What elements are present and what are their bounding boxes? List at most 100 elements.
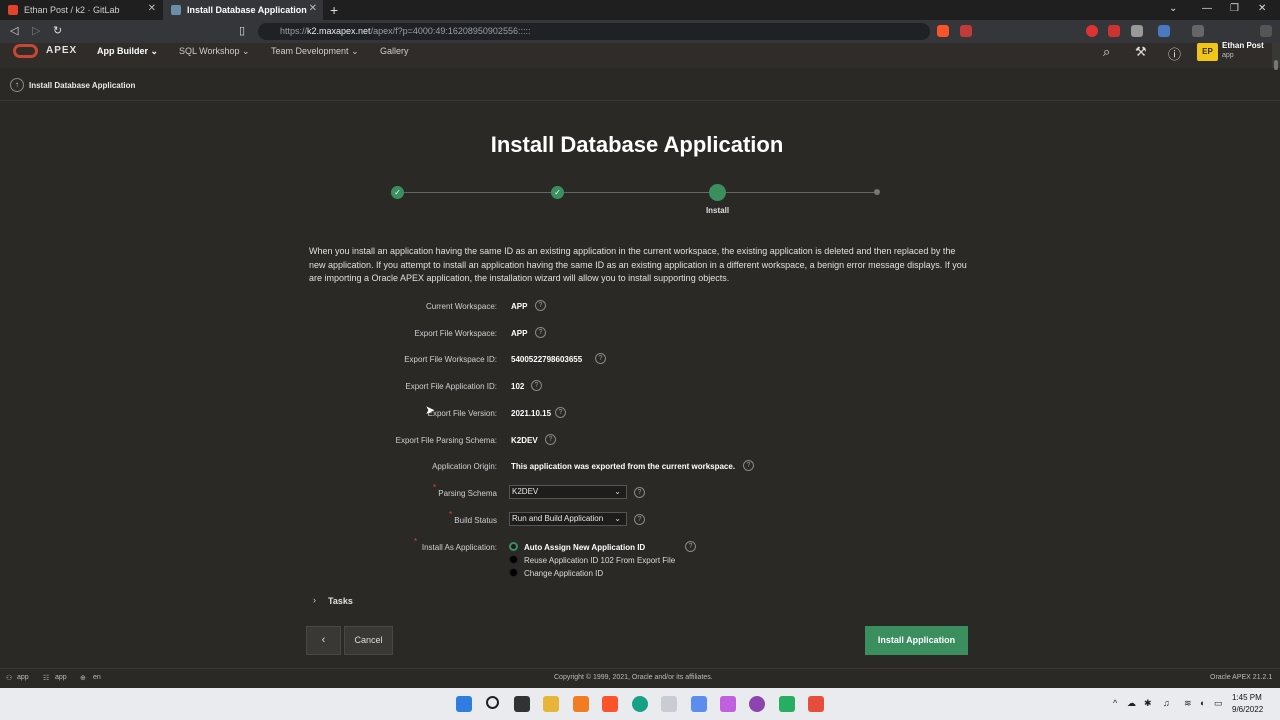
menu-team-development[interactable]: Team Development ⌄ xyxy=(271,46,359,57)
app-colors-icon[interactable] xyxy=(720,696,736,712)
tray-chevron-icon[interactable]: ^ xyxy=(1113,698,1117,708)
required-marker: * xyxy=(449,510,453,519)
battery-icon[interactable]: ▭ xyxy=(1214,698,1223,709)
forward-nav-icon[interactable]: ▷ xyxy=(32,24,40,37)
user-icon: ⚇ xyxy=(6,675,13,682)
task-view-icon[interactable] xyxy=(514,696,530,712)
wizard-step-completed: ✓ xyxy=(391,186,404,199)
help-icon[interactable]: ? xyxy=(634,487,645,498)
chevron-left-icon: ‹ xyxy=(321,634,326,646)
cancel-button[interactable]: Cancel xyxy=(344,626,393,655)
field-label: Export File Version: xyxy=(427,409,497,418)
app-cyan-icon[interactable] xyxy=(632,696,648,712)
help-icon[interactable]: ? xyxy=(595,353,606,364)
radio-change-id[interactable] xyxy=(509,568,518,577)
help-icon[interactable]: ? xyxy=(685,541,696,552)
field-label: Export File Parsing Schema: xyxy=(395,436,497,445)
gitlab-icon xyxy=(8,5,18,15)
field-label: Current Workspace: xyxy=(426,302,497,311)
menu-sql-workshop[interactable]: SQL Workshop ⌄ xyxy=(179,46,250,57)
footer-language[interactable]: en xyxy=(93,674,101,681)
browser-tab-install[interactable]: Install Database Application ✕ xyxy=(163,0,323,20)
brave-browser-icon[interactable] xyxy=(602,696,618,712)
extension-docs-icon[interactable] xyxy=(1158,25,1170,37)
tray-app-icon[interactable]: ✱ xyxy=(1144,698,1152,709)
arrow-up-icon[interactable]: ↑ xyxy=(10,78,24,92)
clock-time[interactable]: 1:45 PM xyxy=(1232,693,1262,702)
footer-workspace[interactable]: app xyxy=(55,674,67,681)
parsing-schema-select[interactable]: K2DEV ⌄ xyxy=(509,485,627,499)
radio-label[interactable]: Auto Assign New Application ID xyxy=(524,543,645,552)
previous-button[interactable]: ‹ xyxy=(306,626,341,655)
extension-grammarly-icon[interactable] xyxy=(1131,25,1143,37)
wifi-icon[interactable]: ≋ xyxy=(1184,698,1192,709)
help-icon[interactable]: ? xyxy=(545,434,556,445)
brave-shield-icon[interactable] xyxy=(937,25,949,37)
volume-icon[interactable]: ◖ xyxy=(1199,698,1204,708)
help-icon[interactable]: ? xyxy=(535,327,546,338)
help-icon[interactable]: ? xyxy=(535,300,546,311)
radio-reuse-id[interactable] xyxy=(509,555,518,564)
microphone-icon[interactable]: ♫ xyxy=(1163,698,1170,708)
chevron-down-icon: ⌄ xyxy=(614,487,621,496)
avatar[interactable]: EP xyxy=(1197,43,1218,61)
brave-rewards-icon[interactable] xyxy=(960,25,972,37)
clock-date[interactable]: 9/6/2022 xyxy=(1232,705,1263,714)
app-green-icon[interactable] xyxy=(779,696,795,712)
file-explorer-icon[interactable] xyxy=(543,696,559,712)
field-label: Application Origin: xyxy=(432,462,497,471)
sublime-icon[interactable] xyxy=(573,696,589,712)
search-icon[interactable] xyxy=(486,696,499,709)
oracle-logo-icon[interactable] xyxy=(13,44,38,58)
search-icon[interactable]: ⌕ xyxy=(1103,44,1110,60)
extensions-icon[interactable] xyxy=(1192,25,1204,37)
radio-auto-assign[interactable] xyxy=(509,542,518,551)
back-nav-icon[interactable]: ◁ xyxy=(10,24,18,37)
help-icon[interactable]: ? xyxy=(531,380,542,391)
help-icon[interactable]: ⓘ xyxy=(1168,44,1181,63)
bookmark-icon[interactable]: ▯ xyxy=(239,24,245,37)
apex-favicon-icon xyxy=(171,5,181,15)
app-orange-icon[interactable] xyxy=(808,696,824,712)
help-icon[interactable]: ? xyxy=(634,514,645,525)
extension-red-icon[interactable] xyxy=(1086,25,1098,37)
close-icon[interactable]: ✕ xyxy=(309,3,317,14)
radio-label[interactable]: Reuse Application ID 102 From Export Fil… xyxy=(524,556,675,565)
wizard-step-completed: ✓ xyxy=(551,186,564,199)
chevron-down-icon: ⌄ xyxy=(150,46,159,56)
new-tab-icon[interactable]: + xyxy=(330,2,338,18)
application-origin-value: This application was exported from the c… xyxy=(511,462,736,471)
apex-logo-text[interactable]: APEX xyxy=(46,45,77,56)
chevron-right-icon[interactable]: › xyxy=(313,595,316,605)
window-close-icon[interactable]: ✕ xyxy=(1258,3,1266,14)
windows-start-icon[interactable] xyxy=(456,696,472,712)
menu-gallery[interactable]: Gallery xyxy=(380,46,409,56)
close-icon[interactable]: ✕ xyxy=(148,3,156,14)
menu-icon[interactable] xyxy=(1260,25,1272,37)
help-icon[interactable]: ? xyxy=(555,407,566,418)
menu-label: App Builder xyxy=(97,46,148,56)
app-doc-icon[interactable] xyxy=(691,696,707,712)
scrollbar-thumb[interactable] xyxy=(1274,60,1278,70)
radio-label[interactable]: Change Application ID xyxy=(524,569,603,578)
install-application-button[interactable]: Install Application xyxy=(865,626,968,655)
extension-mail-icon[interactable] xyxy=(1108,25,1120,37)
footer-user[interactable]: app xyxy=(17,674,29,681)
browser-tab-gitlab[interactable]: Ethan Post / k2 · GitLab ✕ xyxy=(0,0,162,20)
user-name[interactable]: Ethan Post xyxy=(1222,41,1264,50)
administration-icon[interactable]: ⚒ xyxy=(1135,44,1147,60)
minimize-icon[interactable]: — xyxy=(1202,3,1212,14)
menu-app-builder[interactable]: App Builder ⌄ xyxy=(97,46,158,57)
page-title: Install Database Application xyxy=(490,132,784,157)
help-icon[interactable]: ? xyxy=(743,460,754,471)
cloud-icon[interactable]: ☁ xyxy=(1127,698,1136,709)
reload-icon[interactable]: ↻ xyxy=(53,24,62,37)
tasks-toggle[interactable]: Tasks xyxy=(328,596,353,606)
build-status-select[interactable]: Run and Build Application ⌄ xyxy=(509,512,627,526)
app-purple-icon[interactable] xyxy=(749,696,765,712)
maximize-icon[interactable]: ❐ xyxy=(1230,3,1239,14)
url-field[interactable]: https://k2.maxapex.net/apex/f?p=4000:49:… xyxy=(258,23,930,40)
chevron-down-icon: ⌄ xyxy=(351,46,359,56)
tab-search-icon[interactable]: ⌄ xyxy=(1169,3,1177,14)
app-grid-icon[interactable] xyxy=(661,696,677,712)
